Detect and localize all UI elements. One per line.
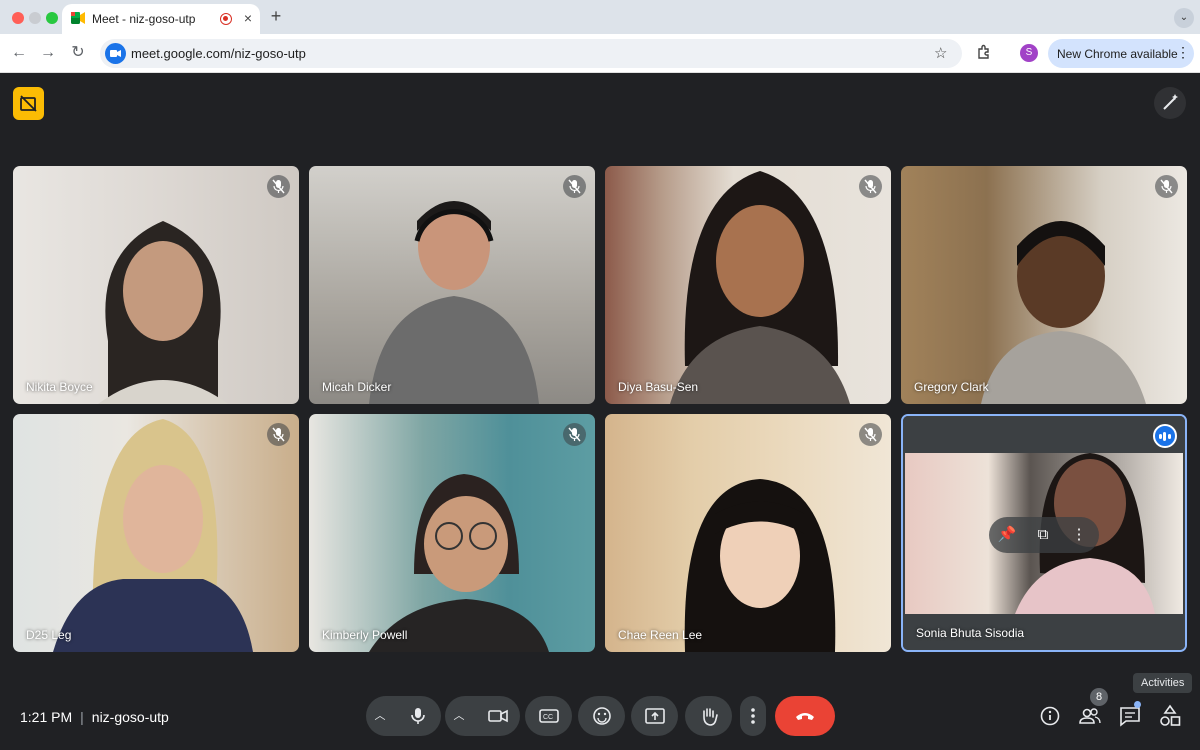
participant-name: Nikita Boyce — [26, 380, 93, 394]
address-bar[interactable]: meet.google.com/niz-goso-utp ☆ — [100, 39, 962, 68]
people-icon[interactable] — [1077, 703, 1103, 729]
participant-tile[interactable]: D25 Leg — [13, 414, 299, 652]
muted-mic-icon — [859, 423, 882, 446]
participant-video — [98, 221, 228, 404]
forward-arrow-icon[interactable]: → — [37, 42, 59, 64]
participant-name: Chae Reen Lee — [618, 628, 703, 642]
extensions-puzzle-icon[interactable] — [976, 44, 992, 60]
present-screen-button[interactable] — [631, 696, 678, 736]
minimize-window-button[interactable] — [29, 12, 41, 24]
participant-video — [981, 221, 1146, 404]
raise-hand-icon — [703, 708, 718, 726]
more-options-icon[interactable]: ⋮ — [1069, 525, 1089, 545]
new-tab-button[interactable]: + — [266, 6, 286, 26]
current-time: 1:21 PM — [20, 709, 73, 725]
muted-mic-icon — [563, 423, 586, 446]
url-text: meet.google.com/niz-goso-utp — [131, 46, 306, 61]
activities-icon[interactable] — [1157, 703, 1183, 729]
new-chrome-available-button[interactable]: New Chrome available ⋮ — [1048, 39, 1194, 68]
pin-icon[interactable]: 📌 — [997, 525, 1017, 545]
tab-search-button[interactable]: ⌄ — [1174, 8, 1194, 28]
muted-mic-icon — [859, 175, 882, 198]
meeting-info: 1:21 PM | niz-goso-utp — [20, 709, 169, 725]
camera-control-group: ︿ — [445, 696, 520, 736]
meet-favicon-icon — [71, 12, 85, 24]
microphone-icon[interactable] — [408, 706, 428, 726]
participant-name: D25 Leg — [26, 628, 72, 642]
participant-video — [369, 201, 539, 404]
edit-layout-button[interactable] — [1154, 87, 1186, 119]
participant-tile[interactable]: Micah Dicker — [309, 166, 595, 404]
tile-hover-menu: 📌 ⧉ ⋮ — [989, 517, 1099, 553]
participant-video — [670, 171, 850, 404]
participant-name: Diya Basu-Sen — [618, 380, 699, 394]
unread-chat-indicator — [1134, 701, 1141, 708]
participant-name: Gregory Clark — [914, 380, 989, 394]
activities-tooltip: Activities — [1133, 673, 1193, 693]
muted-mic-icon — [267, 175, 290, 198]
present-screen-icon — [645, 708, 665, 724]
meet-stage: Nikita Boyce Micah Dicker Diya Basu-Sen — [0, 73, 1200, 750]
people-count-badge: 8 — [1090, 688, 1108, 706]
back-arrow-icon[interactable]: ← — [8, 42, 30, 64]
svg-text:CC: CC — [543, 714, 553, 721]
browser-menu-icon[interactable]: ⋮ — [1176, 44, 1190, 61]
maximize-window-button[interactable] — [46, 12, 58, 24]
reactions-button[interactable] — [578, 696, 625, 736]
hang-up-phone-icon — [796, 713, 814, 720]
update-label: New Chrome available — [1057, 47, 1178, 61]
more-options-button[interactable] — [740, 696, 766, 736]
raise-hand-button[interactable] — [685, 696, 732, 736]
captions-button[interactable]: CC — [525, 696, 572, 736]
participant-tile[interactable]: Diya Basu-Sen — [605, 166, 891, 404]
participant-tile-pinned[interactable]: 📌 ⧉ ⋮ Sonia Bhuta Sisodia — [901, 414, 1187, 652]
reload-icon[interactable]: ↻ — [67, 42, 89, 64]
captions-icon: CC — [539, 709, 559, 723]
site-info-icon[interactable] — [105, 43, 126, 64]
tab-close-button[interactable]: × — [240, 9, 256, 27]
participant-tile[interactable]: Nikita Boyce — [13, 166, 299, 404]
browser-toolbar: ← → ↻ meet.google.com/niz-goso-utp ☆ S N… — [0, 34, 1200, 73]
browser-tab-meet[interactable]: Meet - niz-goso-utp × — [62, 4, 260, 34]
participant-tile[interactable]: Kimberly Powell — [309, 414, 595, 652]
frame-person-icon[interactable]: ⧉ — [1033, 525, 1053, 545]
pencil-sparkle-icon — [1163, 94, 1178, 110]
speaking-indicator-icon — [1153, 424, 1177, 448]
mic-control-group: ︿ — [366, 696, 441, 736]
video-options-chevron-icon[interactable]: ︿ — [451, 708, 467, 724]
host-controls-icon — [20, 95, 37, 112]
more-vert-icon — [751, 708, 755, 724]
leave-call-button[interactable] — [775, 696, 835, 736]
participant-video — [684, 479, 836, 652]
participant-name: Kimberly Powell — [322, 628, 408, 642]
recording-indicator-icon — [220, 13, 232, 25]
participant-name: Micah Dicker — [322, 380, 392, 394]
browser-tab-strip: Meet - niz-goso-utp × + ⌄ — [0, 0, 1200, 34]
audio-options-chevron-icon[interactable]: ︿ — [372, 708, 388, 724]
participant-video — [369, 474, 549, 652]
muted-mic-icon — [1155, 175, 1178, 198]
bookmark-star-icon[interactable]: ☆ — [934, 44, 947, 62]
host-controls-button[interactable] — [13, 87, 44, 120]
participant-tile[interactable]: Chae Reen Lee — [605, 414, 891, 652]
tab-title: Meet - niz-goso-utp — [92, 12, 196, 26]
close-window-button[interactable] — [12, 12, 24, 24]
participant-name: Sonia Bhuta Sisodia — [916, 626, 1025, 640]
divider: | — [80, 709, 84, 725]
meeting-code: niz-goso-utp — [91, 709, 169, 725]
muted-mic-icon — [563, 175, 586, 198]
participant-video — [53, 419, 253, 652]
meeting-details-icon[interactable] — [1037, 703, 1063, 729]
camera-icon[interactable] — [487, 706, 509, 726]
emoji-icon — [593, 707, 611, 725]
profile-avatar[interactable]: S — [1020, 44, 1038, 62]
muted-mic-icon — [267, 423, 290, 446]
participant-tile[interactable]: Gregory Clark — [901, 166, 1187, 404]
